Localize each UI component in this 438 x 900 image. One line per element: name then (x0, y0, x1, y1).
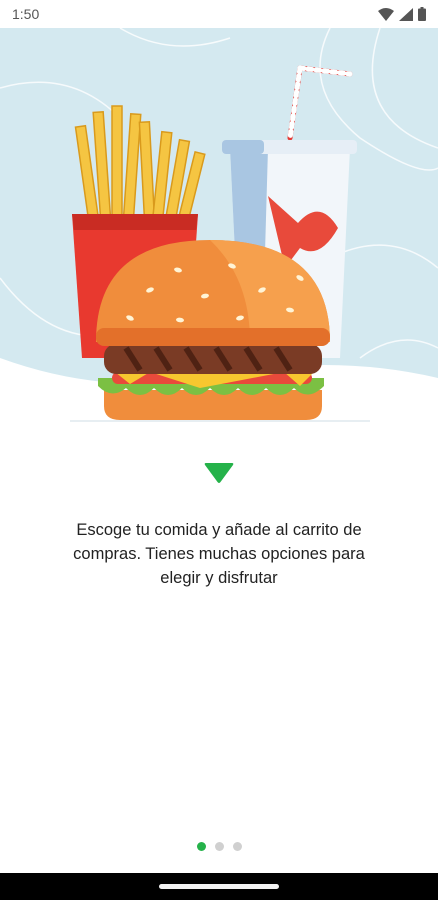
status-time: 1:50 (12, 6, 40, 22)
status-icons (378, 7, 426, 21)
onboarding-description: Escoge tu comida y añade al carrito de c… (73, 521, 365, 587)
wifi-icon (378, 7, 394, 21)
battery-icon (418, 7, 426, 21)
hero-illustration (0, 28, 438, 430)
status-bar: 1:50 (0, 0, 438, 28)
triangle-pointer-icon (204, 463, 234, 483)
page-dot-2[interactable] (214, 842, 224, 851)
signal-icon (399, 7, 413, 21)
burger (96, 240, 330, 420)
fast-food-illustration (0, 28, 438, 430)
page-dot-3[interactable] (232, 842, 242, 851)
page-dot-1[interactable] (196, 842, 206, 851)
navigation-bar (0, 873, 438, 900)
home-handle[interactable] (159, 884, 279, 889)
page-indicator (0, 842, 438, 852)
